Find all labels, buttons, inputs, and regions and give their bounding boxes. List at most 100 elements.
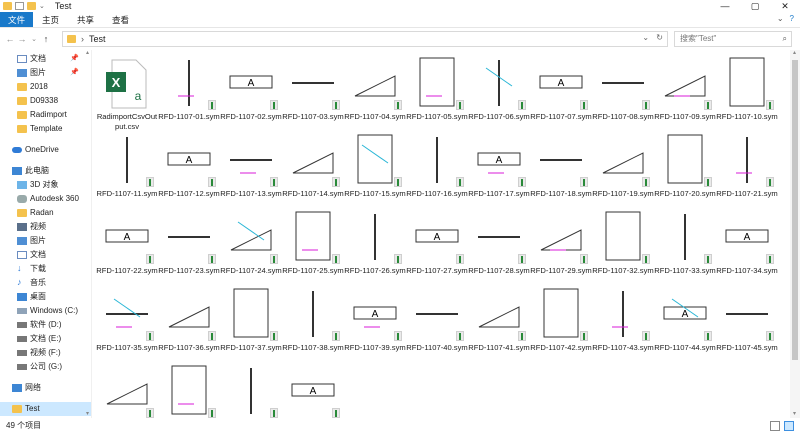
file-item[interactable]: A RFD-1107-22.sym (96, 208, 158, 288)
sidebar-item-downloads[interactable]: ↓ 下载 (0, 262, 91, 276)
sidebar-item-onedrive[interactable]: OneDrive (0, 143, 91, 157)
sidebar-item-documents-pc[interactable]: 文档 (0, 248, 91, 262)
sidebar-item-documents[interactable]: 文档 📌 (0, 52, 91, 66)
quick-access-dropdown-icon[interactable]: ⌄ (39, 2, 45, 10)
file-item[interactable]: RFD-1107-29.sym (530, 208, 592, 288)
recent-locations-button[interactable]: ⌄ (28, 35, 40, 43)
file-item[interactable]: A RFD-1107-39.sym (344, 285, 406, 365)
back-button[interactable]: ← (4, 34, 16, 44)
file-item[interactable]: RFD-1107-28.sym (468, 208, 530, 288)
breadcrumb-test[interactable]: Test (89, 34, 106, 44)
file-item[interactable]: RFD-1107-06.sym (468, 54, 530, 134)
sidebar-item-network[interactable]: 网络 (0, 381, 91, 395)
file-item[interactable]: RFD-1107-20.sym (654, 131, 716, 211)
file-item[interactable]: RFD-1107-15.sym (344, 131, 406, 211)
file-item[interactable]: RFD-1107-42.sym (530, 285, 592, 365)
sidebar-item-music[interactable]: ♪ 音乐 (0, 276, 91, 290)
sidebar-item-drive-g[interactable]: 公司 (G:) (0, 360, 91, 374)
file-item[interactable] (158, 362, 220, 418)
sidebar-item-radan[interactable]: Radan (0, 206, 91, 220)
file-item[interactable]: A RFD-1107-27.sym (406, 208, 468, 288)
large-icons-view-icon[interactable] (784, 421, 794, 431)
scroll-up-arrow-icon[interactable]: ▴ (791, 50, 798, 57)
file-item[interactable]: RFD-1107-25.sym (282, 208, 344, 288)
file-item[interactable]: A (282, 362, 344, 418)
search-icon[interactable]: ⌕ (783, 32, 787, 46)
tab-home[interactable]: 主页 (33, 12, 68, 27)
file-item[interactable]: RFD-1107-18.sym (530, 131, 592, 211)
file-item[interactable]: RFD-1107-19.sym (592, 131, 654, 211)
address-bar[interactable]: › Test ⌄ ↻ (62, 31, 668, 47)
file-item[interactable]: Xa RadimportCsvOutput.csv (96, 54, 158, 134)
file-item[interactable]: A RFD-1107-07.sym (530, 54, 592, 134)
file-item[interactable]: RFD-1107-11.sym (96, 131, 158, 211)
sidebar-item-test[interactable]: Test (0, 402, 91, 416)
sidebar-item-drive-d[interactable]: 软件 (D:) (0, 318, 91, 332)
new-folder-icon[interactable] (27, 2, 36, 10)
file-item[interactable]: RFD-1107-24.sym (220, 208, 282, 288)
maximize-button[interactable]: ▢ (740, 0, 770, 12)
file-item[interactable]: A RFD-1107-02.sym (220, 54, 282, 134)
file-item[interactable] (220, 362, 282, 418)
file-item[interactable]: RFD-1107-09.sym (654, 54, 716, 134)
file-item[interactable]: RFD-1107-40.sym (406, 285, 468, 365)
file-item[interactable]: RFD-1107-45.sym (716, 285, 778, 365)
content-scrollbar[interactable]: ▴ ▾ (790, 50, 800, 418)
file-item[interactable]: RFD-1107-13.sym (220, 131, 282, 211)
sidebar-item-template[interactable]: Template (0, 122, 91, 136)
file-item[interactable]: RFD-1107-37.sym (220, 285, 282, 365)
file-item[interactable]: RFD-1107-43.sym (592, 285, 654, 365)
refresh-icon[interactable]: ↻ (656, 33, 663, 42)
forward-button[interactable]: → (16, 34, 28, 44)
file-item[interactable]: RFD-1107-21.sym (716, 131, 778, 211)
up-button[interactable]: ↑ (40, 34, 52, 44)
address-dropdown-icon[interactable]: ⌄ (642, 33, 649, 42)
sidebar-item-pictures-pc[interactable]: 图片 (0, 234, 91, 248)
file-item[interactable]: RFD-1107-01.sym (158, 54, 220, 134)
properties-icon[interactable] (15, 2, 24, 10)
sidebar-item-drive-e[interactable]: 文档 (E:) (0, 332, 91, 346)
file-item[interactable]: RFD-1107-33.sym (654, 208, 716, 288)
file-item[interactable]: RFD-1107-26.sym (344, 208, 406, 288)
sidebar-item-this-pc[interactable]: 此电脑 (0, 164, 91, 178)
sidebar-item-radimport[interactable]: Radimport (0, 108, 91, 122)
file-item[interactable]: RFD-1107-41.sym (468, 285, 530, 365)
sidebar-item-drive-f[interactable]: 视频 (F:) (0, 346, 91, 360)
file-item[interactable]: RFD-1107-03.sym (282, 54, 344, 134)
sidebar-item-desktop[interactable]: 桌面 (0, 290, 91, 304)
file-item[interactable]: RFD-1107-04.sym (344, 54, 406, 134)
tab-share[interactable]: 共享 (68, 12, 103, 27)
sidebar-item-3d-objects[interactable]: 3D 对象 (0, 178, 91, 192)
file-item[interactable]: RFD-1107-35.sym (96, 285, 158, 365)
file-item[interactable]: RFD-1107-23.sym (158, 208, 220, 288)
help-icon[interactable]: ? (790, 14, 794, 23)
details-view-icon[interactable] (770, 421, 780, 431)
file-item[interactable]: A RFD-1107-12.sym (158, 131, 220, 211)
sidebar-item-2018[interactable]: 2018 (0, 80, 91, 94)
sidebar-item-drive-c[interactable]: Windows (C:) (0, 304, 91, 318)
file-item[interactable]: RFD-1107-05.sym (406, 54, 468, 134)
minimize-button[interactable]: — (710, 0, 740, 12)
file-item[interactable]: RFD-1107-32.sym (592, 208, 654, 288)
file-item[interactable]: RFD-1107-10.sym (716, 54, 778, 134)
file-item[interactable]: RFD-1107-08.sym (592, 54, 654, 134)
file-item[interactable]: RFD-1107-16.sym (406, 131, 468, 211)
search-input[interactable]: 搜索"Test" ⌕ (674, 31, 792, 47)
breadcrumb-separator[interactable]: › (81, 34, 84, 44)
scroll-up-arrow-icon[interactable]: ▴ (84, 50, 91, 57)
tab-file[interactable]: 文件 (0, 12, 34, 27)
sidebar-scrollbar[interactable]: ▴ ▾ (84, 50, 91, 418)
file-item[interactable] (96, 362, 158, 418)
file-item[interactable]: RFD-1107-36.sym (158, 285, 220, 365)
file-item[interactable]: A RFD-1107-17.sym (468, 131, 530, 211)
scrollbar-thumb[interactable] (792, 60, 798, 360)
sidebar-item-autodesk-360[interactable]: Autodesk 360 (0, 192, 91, 206)
sidebar-item-d09338[interactable]: D09338 (0, 94, 91, 108)
scroll-down-arrow-icon[interactable]: ▾ (84, 411, 91, 418)
scroll-down-arrow-icon[interactable]: ▾ (791, 411, 798, 418)
sidebar-item-videos[interactable]: 视频 (0, 220, 91, 234)
close-button[interactable]: ✕ (770, 0, 800, 12)
file-item[interactable]: A RFD-1107-34.sym (716, 208, 778, 288)
sidebar-item-pictures[interactable]: 图片 📌 (0, 66, 91, 80)
file-item[interactable]: RFD-1107-38.sym (282, 285, 344, 365)
